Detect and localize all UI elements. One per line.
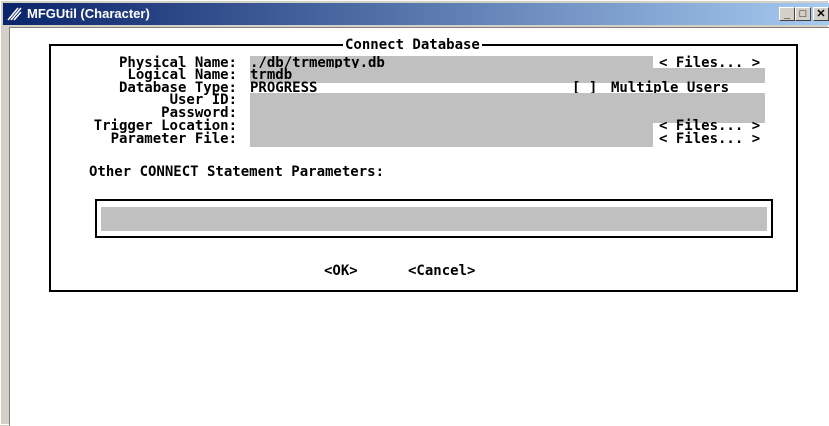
app-icon bbox=[7, 7, 22, 21]
dialog-title: Connect Database bbox=[343, 37, 482, 53]
cancel-button[interactable]: <Cancel> bbox=[408, 264, 475, 279]
minimize-button[interactable]: _ bbox=[779, 7, 795, 21]
title-bar[interactable]: MFGUtil (Character) _ □ ✕ bbox=[3, 3, 829, 25]
maximize-button[interactable]: □ bbox=[795, 7, 811, 21]
trigger-location-field[interactable] bbox=[250, 123, 653, 147]
other-params-label: Other CONNECT Statement Parameters: bbox=[89, 164, 385, 180]
parameter-file-label: Parameter File: bbox=[110, 131, 237, 147]
terminal-area: Connect Database Physical Name: Logical … bbox=[9, 27, 829, 426]
other-params-box bbox=[95, 199, 773, 238]
close-button[interactable]: ✕ bbox=[813, 7, 829, 21]
connect-database-dialog: Connect Database Physical Name: Logical … bbox=[49, 37, 798, 292]
app-window: MFGUtil (Character) _ □ ✕ Connect Databa… bbox=[0, 0, 829, 426]
ok-button[interactable]: <OK> bbox=[324, 264, 358, 279]
other-params-field[interactable] bbox=[101, 207, 767, 231]
window-title: MFGUtil (Character) bbox=[27, 6, 150, 21]
parameter-files-button[interactable]: < Files... > bbox=[659, 132, 760, 147]
